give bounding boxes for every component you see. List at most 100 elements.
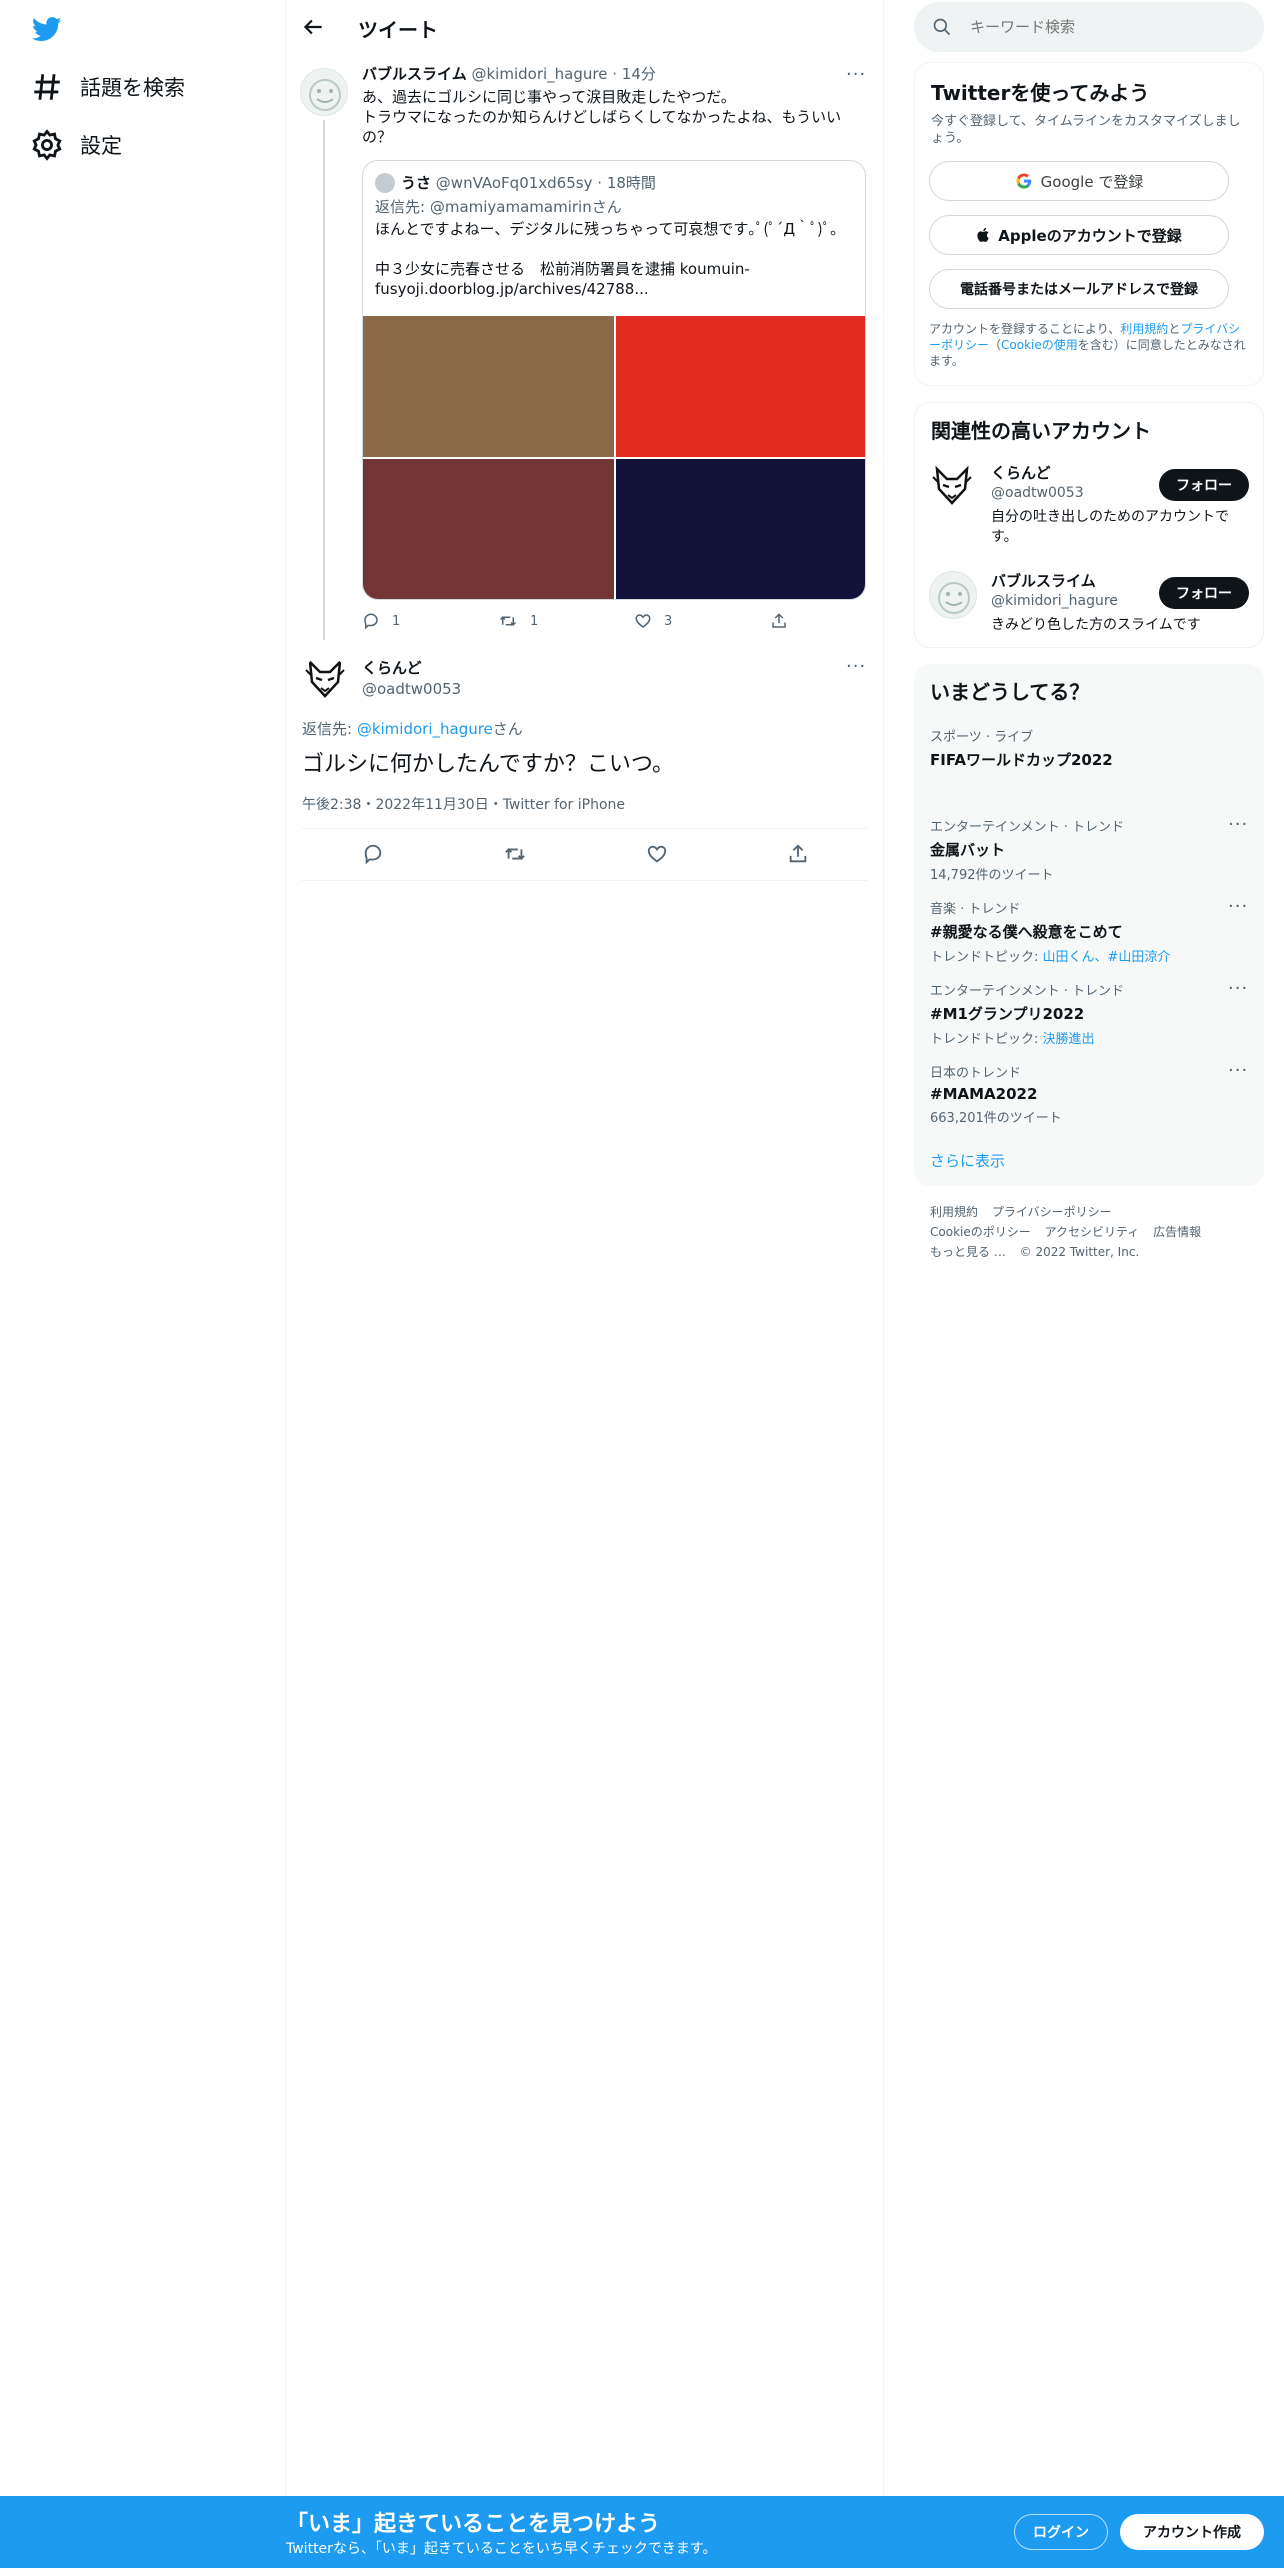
- tweet-time[interactable]: 14分: [622, 65, 656, 83]
- bottom-bar-subtitle: Twitterなら、「いま」起きていることをいち早くチェックできます。: [286, 2541, 717, 2557]
- like-button[interactable]: 3: [634, 612, 672, 630]
- media-image[interactable]: [363, 459, 614, 599]
- bottom-signup-bar: 「いま」起きていることを見つけよう Twitterなら、「いま」起きていることを…: [0, 2496, 1284, 2568]
- terms-link[interactable]: 利用規約: [1120, 322, 1168, 336]
- trend-item[interactable]: 日本のトレンド #MAMA2022 663,201件のツイート: [930, 1062, 1250, 1126]
- more-icon[interactable]: ···: [1228, 896, 1248, 917]
- login-button[interactable]: ログイン: [1014, 2514, 1108, 2550]
- search-bar[interactable]: [914, 2, 1264, 52]
- share-icon[interactable]: [787, 843, 809, 865]
- apple-signup-label: Appleのアカウントで登録: [998, 226, 1182, 245]
- quote-author-name: うさ: [401, 174, 432, 192]
- related-title: 関連性の高いアカウント: [931, 419, 1151, 443]
- separator-dot: ·: [612, 65, 618, 83]
- reply-icon[interactable]: [362, 843, 384, 865]
- phone-email-signup-label: 電話番号またはメールアドレスで登録: [960, 282, 1198, 298]
- footer-link[interactable]: アクセシビリティ: [1045, 1225, 1140, 1239]
- search-icon: [932, 17, 952, 37]
- avatar[interactable]: [929, 571, 977, 619]
- sidebar-item-explore[interactable]: 話題を検索: [30, 62, 185, 112]
- author-name[interactable]: バブルスライム: [362, 65, 467, 83]
- google-signup-label: Google で登録: [1040, 172, 1144, 191]
- share-button[interactable]: [770, 612, 800, 630]
- retweet-icon[interactable]: [503, 843, 527, 865]
- create-account-button[interactable]: アカウント作成: [1120, 2514, 1264, 2550]
- sidebar-item-label: 設定: [80, 134, 122, 158]
- account-handle[interactable]: @kimidori_hagure: [991, 591, 1118, 611]
- reply-icon: [364, 613, 378, 630]
- more-icon[interactable]: ···: [846, 656, 866, 677]
- avatar[interactable]: [302, 656, 348, 702]
- media-image[interactable]: [363, 316, 614, 457]
- heart-icon: [635, 614, 651, 628]
- author-handle[interactable]: @oadtw0053: [362, 679, 461, 699]
- more-icon[interactable]: ···: [846, 64, 866, 85]
- media-image[interactable]: [616, 459, 865, 599]
- follow-button[interactable]: フォロー: [1159, 577, 1249, 609]
- cookie-link[interactable]: Cookieの使用: [1001, 338, 1078, 352]
- retweet-button[interactable]: 1: [498, 612, 538, 630]
- quote-reply-line: 返信先: @mamiyamamamirinさん: [375, 198, 622, 216]
- gear-icon: [30, 128, 64, 162]
- phone-email-signup-button[interactable]: 電話番号またはメールアドレスで登録: [929, 269, 1229, 309]
- tweet-text: あ、過去にゴルシに同じ事やって涙目敗走したやつだ。 トラウマになったのか知らんけ…: [362, 87, 852, 147]
- trend-count: 663,201件のツイート: [930, 1111, 1062, 1126]
- google-icon: [1015, 172, 1033, 190]
- heart-icon[interactable]: [646, 843, 668, 865]
- trend-item[interactable]: 音楽 · トレンド #親愛なる僕へ殺意をこめて トレンドトピック: 山田くん、#…: [930, 898, 1250, 965]
- more-icon[interactable]: ···: [1228, 1060, 1248, 1081]
- retweet-count: 1: [530, 613, 539, 629]
- hashtag-icon: [30, 70, 64, 104]
- twitter-logo-icon[interactable]: [32, 14, 62, 44]
- trend-category: スポーツ · ライブ: [930, 730, 1034, 745]
- avatar[interactable]: [300, 68, 348, 116]
- author-name[interactable]: くらんど: [362, 658, 422, 678]
- account-name[interactable]: くらんど: [991, 463, 1051, 483]
- google-signup-button[interactable]: Google で登録: [929, 161, 1229, 201]
- signup-subtitle: 今すぐ登録して、タイムラインをカスタマイズしましょう。: [931, 114, 1241, 146]
- quote-reply-to: @mamiyamamamirin: [429, 198, 592, 216]
- trend-topic-link[interactable]: 山田くん、#山田涼介: [1043, 950, 1171, 965]
- trend-item[interactable]: エンターテインメント · トレンド #M1グランプリ2022 トレンドトピック:…: [930, 980, 1250, 1047]
- retweet-icon: [499, 616, 517, 626]
- trends-card: いまどうしてる？ スポーツ · ライブ FIFAワールドカップ2022 エンター…: [914, 664, 1264, 1186]
- quote-time: 18時間: [606, 174, 656, 192]
- trend-topic-link[interactable]: 決勝進出: [1043, 1032, 1095, 1047]
- show-more-link[interactable]: さらに表示: [930, 1150, 1005, 1171]
- footer-link[interactable]: プライバシーポリシー: [992, 1205, 1112, 1219]
- signup-card: Twitterを使ってみよう 今すぐ登録して、タイムラインをカスタマイズしましょ…: [914, 62, 1264, 386]
- trend-item[interactable]: エンターテインメント · トレンド 金属バット 14,792件のツイート: [930, 816, 1250, 883]
- trend-title: FIFAワールドカップ2022: [930, 751, 1113, 769]
- quoted-tweet[interactable]: うさ @wnVAoFq01xd65sy · 18時間 返信先: @mamiyam…: [362, 160, 866, 600]
- back-arrow-icon[interactable]: [300, 14, 326, 40]
- signup-legal: アカウントを登録することにより、利用規約とプライバシーポリシー（Cookieの使…: [929, 322, 1246, 368]
- trend-category: エンターテインメント · トレンド: [930, 820, 1125, 835]
- more-icon[interactable]: ···: [1228, 978, 1248, 999]
- bottom-bar-title: 「いま」起きていることを見つけよう: [286, 2512, 661, 2537]
- footer-link[interactable]: Cookieのポリシー: [930, 1225, 1031, 1239]
- trend-item[interactable]: スポーツ · ライブ FIFAワールドカップ2022: [930, 726, 1250, 770]
- avatar[interactable]: [929, 463, 975, 509]
- tweet-metadata[interactable]: 午後2:38・2022年11月30日・Twitter for iPhone: [302, 795, 625, 815]
- follow-button[interactable]: フォロー: [1159, 469, 1249, 501]
- search-input[interactable]: [970, 14, 1250, 40]
- reply-button[interactable]: 1: [362, 612, 400, 630]
- account-name[interactable]: バブルスライム: [991, 571, 1096, 591]
- trend-category: エンターテインメント · トレンド: [930, 984, 1125, 999]
- sidebar-item-settings[interactable]: 設定: [30, 120, 122, 170]
- sidebar-item-label: 話題を検索: [80, 76, 185, 100]
- reply-to-link[interactable]: @kimidori_hagure: [357, 720, 493, 738]
- author-handle[interactable]: @kimidori_hagure: [471, 65, 607, 83]
- footer-link[interactable]: 利用規約: [930, 1205, 978, 1219]
- more-icon[interactable]: ···: [1228, 814, 1248, 835]
- apple-signup-button[interactable]: Appleのアカウントで登録: [929, 215, 1229, 255]
- account-handle[interactable]: @oadtw0053: [991, 483, 1084, 503]
- trend-title: #MAMA2022: [930, 1085, 1038, 1103]
- footer-link[interactable]: もっと見る …: [930, 1245, 1006, 1259]
- main-column: ツイート バブルスライム @kimidori_hagure · 14分 ··· …: [286, 0, 884, 2496]
- quote-author-handle: @wnVAoFq01xd65sy: [435, 174, 593, 192]
- tweet-actions-bar: [302, 828, 868, 880]
- media-image[interactable]: [616, 316, 865, 457]
- footer-link[interactable]: 広告情報: [1153, 1225, 1201, 1239]
- tweet-text: ゴルシに何かしたんですか？こいつ。: [302, 752, 675, 777]
